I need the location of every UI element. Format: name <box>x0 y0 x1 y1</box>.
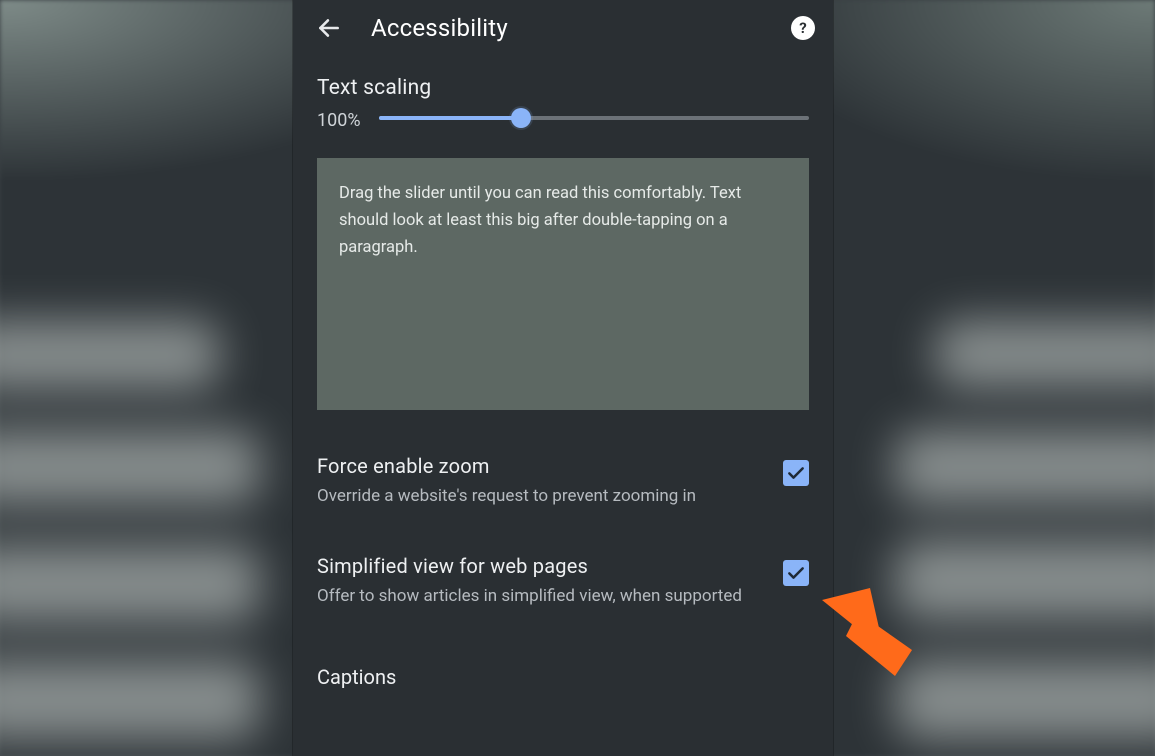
force-enable-zoom-title: Force enable zoom <box>317 454 765 478</box>
check-icon <box>786 563 806 583</box>
slider-thumb[interactable] <box>511 108 531 128</box>
force-enable-zoom-row[interactable]: Force enable zoom Override a website's r… <box>317 454 809 510</box>
simplified-view-checkbox[interactable] <box>783 560 809 586</box>
text-scaling-preview: Drag the slider until you can read this … <box>317 158 809 410</box>
slider-track-fill <box>379 116 521 120</box>
text-scaling-slider[interactable] <box>379 100 809 136</box>
app-bar: Accessibility ? <box>293 0 833 56</box>
simplified-view-title: Simplified view for web pages <box>317 554 765 578</box>
text-scaling-label: Text scaling <box>317 76 809 100</box>
settings-content: Text scaling 100% Drag the slider until … <box>293 56 833 689</box>
force-enable-zoom-checkbox[interactable] <box>783 460 809 486</box>
captions-title[interactable]: Captions <box>317 665 809 689</box>
check-icon <box>786 463 806 483</box>
text-scaling-section: Text scaling 100% Drag the slider until … <box>317 76 809 410</box>
page-title: Accessibility <box>371 14 761 42</box>
force-enable-zoom-subtitle: Override a website's request to prevent … <box>317 484 765 510</box>
text-scaling-value: 100% <box>317 110 361 131</box>
settings-panel: Accessibility ? Text scaling 100% Drag t… <box>293 0 833 756</box>
arrow-back-icon <box>316 15 342 41</box>
help-button[interactable]: ? <box>783 8 823 48</box>
back-button[interactable] <box>309 8 349 48</box>
help-icon: ? <box>791 16 815 40</box>
simplified-view-row[interactable]: Simplified view for web pages Offer to s… <box>317 554 809 610</box>
simplified-view-subtitle: Offer to show articles in simplified vie… <box>317 584 765 610</box>
